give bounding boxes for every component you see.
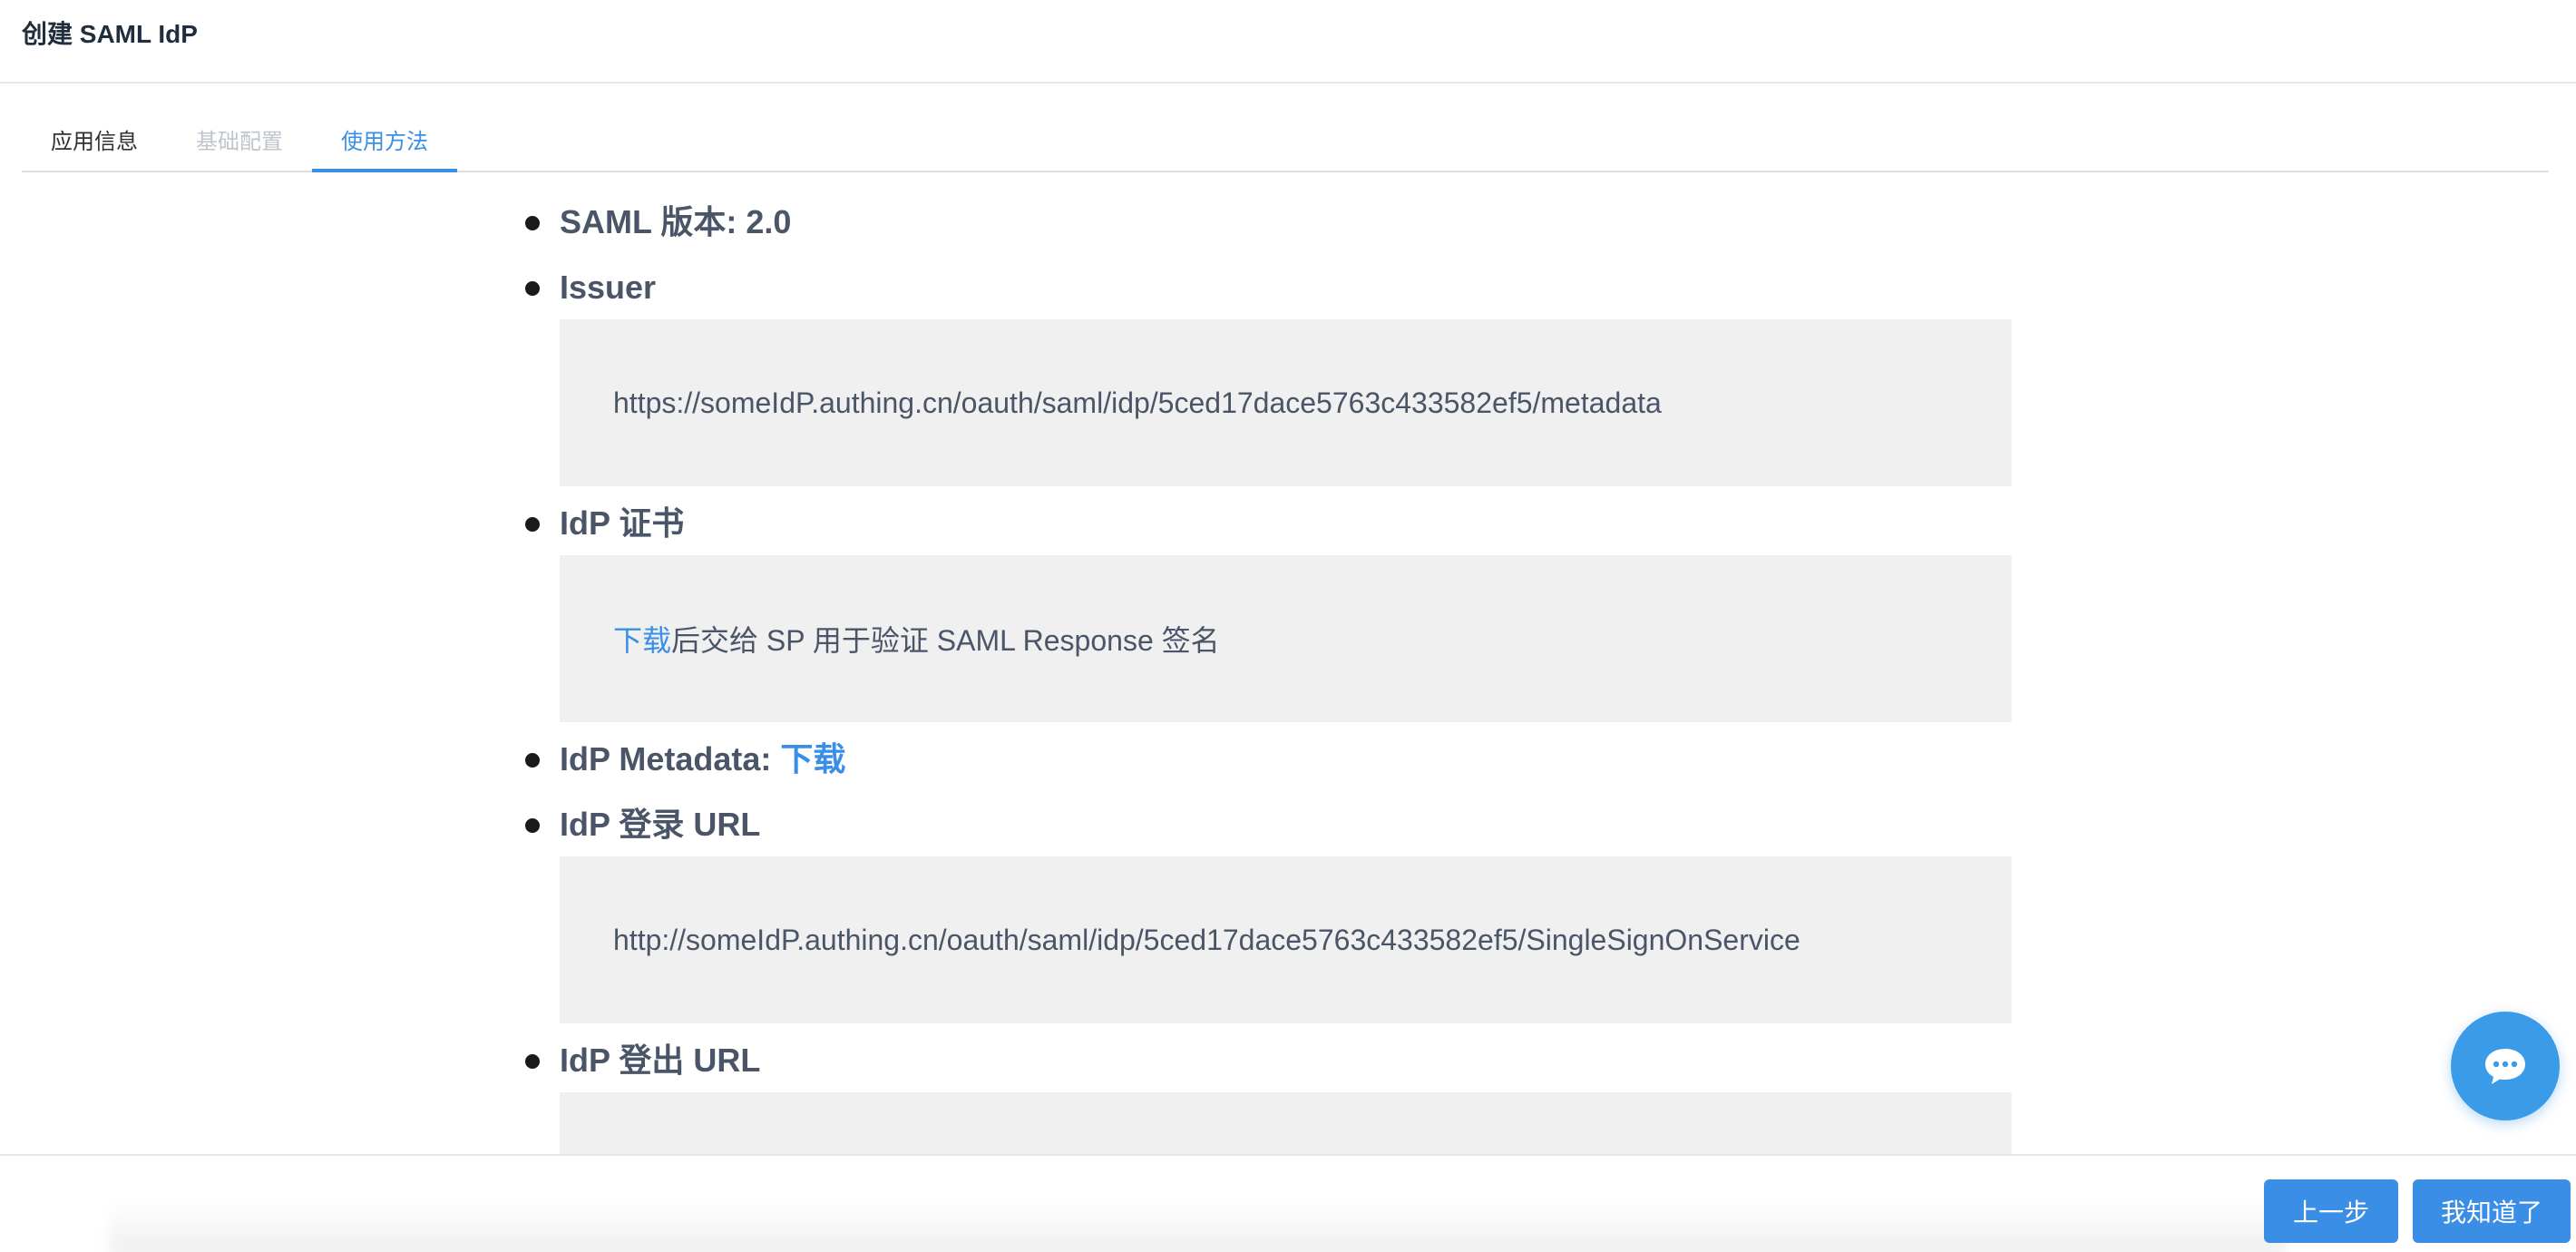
logout-url-label: IdP 登出 URL [508, 1038, 2014, 1083]
dialog-header: 创建 SAML IdP [0, 0, 2576, 83]
issuer-value: https://someIdP.authing.cn/oauth/saml/id… [613, 386, 1662, 419]
footer-shadow [109, 1201, 2286, 1252]
got-it-button[interactable]: 我知道了 [2413, 1179, 2571, 1243]
tab-app-info[interactable]: 应用信息 [22, 118, 167, 171]
tab-usage[interactable]: 使用方法 [312, 118, 457, 172]
tab-bar: 应用信息 基础配置 使用方法 [22, 118, 2549, 172]
page-title: 创建 SAML IdP [22, 20, 198, 48]
chat-button[interactable] [2451, 1012, 2560, 1120]
previous-step-button[interactable]: 上一步 [2264, 1179, 2398, 1243]
usage-content: SAML 版本: 2.0 Issuer https://someIdP.auth… [508, 200, 2014, 1154]
certificate-label: IdP 证书 [508, 501, 2014, 546]
metadata-label: IdP Metadata: [560, 740, 781, 778]
certificate-description: 后交给 SP 用于验证 SAML Response 签名 [671, 624, 1220, 657]
certificate-box: 下载 后交给 SP 用于验证 SAML Response 签名 [560, 555, 2012, 722]
issuer-label: Issuer [508, 265, 2014, 310]
login-url-label: IdP 登录 URL [508, 802, 2014, 847]
metadata-item: IdP Metadata: 下载 [508, 737, 2014, 782]
metadata-download-link[interactable]: 下载 [780, 740, 845, 778]
login-url-box: http://someIdP.authing.cn/oauth/saml/idp… [560, 856, 2012, 1023]
saml-version-item: SAML 版本: 2.0 [508, 200, 2014, 245]
certificate-download-link[interactable]: 下载 [613, 618, 671, 660]
chat-bubble-icon [2485, 1049, 2525, 1084]
create-saml-idp-dialog: 创建 SAML IdP 应用信息 基础配置 使用方法 SAML 版本: 2.0 … [0, 0, 2576, 1252]
tab-basic-config: 基础配置 [196, 130, 283, 154]
login-url-value: http://someIdP.authing.cn/oauth/saml/idp… [613, 923, 1800, 956]
issuer-value-box: https://someIdP.authing.cn/oauth/saml/id… [560, 319, 2012, 486]
dialog-footer: 上一步 我知道了 [0, 1154, 2576, 1252]
logout-url-box [560, 1092, 2012, 1154]
